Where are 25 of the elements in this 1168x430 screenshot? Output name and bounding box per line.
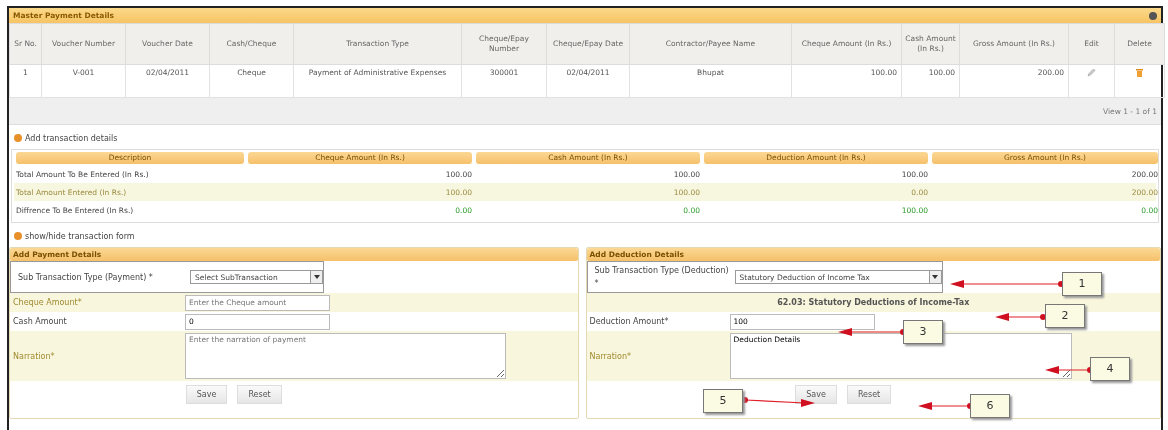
form-button[interactable]: Reset — [846, 385, 892, 404]
form-button[interactable]: Reset — [237, 385, 282, 404]
field-label: Sub Transaction Type (Deduction) * — [593, 265, 730, 290]
field-label: Cash Amount — [12, 316, 68, 328]
field-label: Cheque Amount* — [12, 297, 83, 309]
field-label: Sub Transaction Type (Payment) * — [17, 271, 154, 284]
toggle-form-link[interactable]: show/hide transaction form — [25, 231, 135, 241]
pencil-icon[interactable] — [1087, 68, 1096, 77]
form-button[interactable]: Save — [185, 385, 228, 404]
form-button[interactable]: Save — [795, 385, 837, 404]
callout-number: 4 — [1090, 357, 1130, 381]
toggle-icon[interactable] — [14, 232, 22, 240]
collapse-icon[interactable] — [1149, 11, 1157, 20]
callout-number: 2 — [1045, 304, 1085, 328]
callout-number: 5 — [703, 389, 743, 413]
trash-icon[interactable] — [1136, 68, 1143, 77]
callout-number: 1 — [1062, 272, 1102, 296]
field-label: Deduction Amount* — [588, 316, 670, 328]
account-head-text: 62.03: Statutory Deductions of Income-Tax — [776, 298, 971, 307]
callout-number: 6 — [970, 394, 1010, 418]
add-transaction-link[interactable]: Add transaction details — [25, 133, 118, 143]
callout-number: 3 — [903, 320, 943, 344]
field-label: Narration* — [588, 350, 633, 363]
plus-icon[interactable] — [14, 134, 22, 142]
field-label: Narration* — [12, 350, 56, 363]
